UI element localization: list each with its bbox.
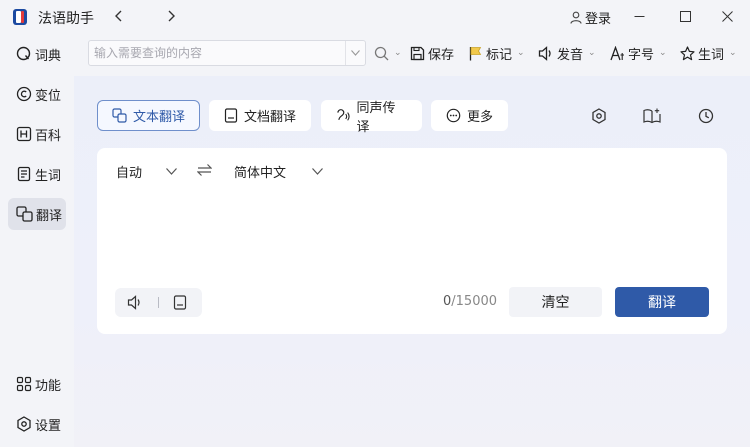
flag-icon [469, 46, 482, 60]
user-icon [570, 11, 582, 24]
save-button[interactable]: 保存 [410, 42, 454, 64]
chevron-down-icon [312, 168, 323, 175]
gear-icon [592, 108, 606, 124]
swap-languages-button[interactable] [196, 164, 213, 180]
sidebar-item-vocabulary[interactable]: 生词 [8, 158, 66, 190]
book-add-icon [643, 108, 661, 124]
sidebar-item-dictionary[interactable]: 词典 [8, 38, 66, 70]
speaker-icon [538, 45, 551, 61]
font-size-icon [610, 45, 624, 60]
chevron-down-icon: ⌄ [729, 48, 737, 58]
tab-label: 文本翻译 [133, 110, 186, 125]
text-translate-icon [112, 108, 127, 123]
translate-page: 文本翻译 文档翻译 同声传译 更多 自动 简体中文 0/15000 清空 翻译 [74, 76, 750, 447]
tab-more[interactable]: 更多 [431, 100, 508, 131]
search-history-dropdown[interactable] [345, 41, 365, 65]
login-label: 登录 [585, 12, 612, 27]
minimize-icon [634, 15, 644, 17]
tab-document-translate[interactable]: 文档翻译 [209, 100, 311, 131]
maximize-button[interactable] [670, 4, 700, 28]
login-button[interactable]: 登录 [570, 8, 611, 27]
settings-hex-button[interactable] [589, 106, 609, 126]
target-language-value: 简体中文 [234, 166, 287, 181]
app-title: 法语助手 [38, 11, 94, 27]
forward-arrow-icon[interactable] [162, 6, 180, 26]
sidebar-item-translate[interactable]: 翻译 [8, 198, 66, 230]
sidebar-item-label: 功能 [35, 378, 62, 394]
tab-simultaneous-interpret[interactable]: 同声传译 [321, 100, 422, 135]
add-to-notebook-button[interactable] [642, 106, 662, 126]
vocabulary-label: 生词 [698, 47, 725, 63]
chevron-down-icon: ⌄ [588, 48, 596, 58]
character-count-limit: /15000 [451, 294, 498, 309]
sidebar-item-conjugation[interactable]: 变位 [8, 78, 66, 110]
vocabulary-button[interactable]: 生词 ⌄ [680, 42, 737, 64]
maximize-icon [679, 10, 691, 22]
search-input[interactable] [89, 41, 345, 65]
close-button[interactable] [712, 4, 742, 28]
copyright-icon [16, 86, 32, 102]
save-icon[interactable] [173, 295, 187, 310]
search-icon [16, 46, 31, 61]
close-icon [721, 10, 733, 22]
app-logo-icon [13, 9, 27, 25]
source-language-value: 自动 [116, 166, 143, 181]
sidebar-item-encyclopedia[interactable]: 百科 [8, 118, 66, 150]
sidebar-item-label: 变位 [35, 88, 62, 104]
chevron-down-icon: ⌄ [517, 48, 525, 58]
sidebar: 词典 变位 百科 生词 翻译 功能 设置 [0, 34, 74, 447]
tab-label: 更多 [467, 110, 494, 125]
clear-button[interactable]: 清空 [509, 287, 602, 317]
sidebar-item-functions[interactable]: 功能 [8, 368, 66, 400]
pronunciation-label: 发音 [557, 47, 584, 63]
search-button[interactable]: ⌄ [374, 42, 402, 64]
notes-icon [17, 166, 31, 182]
translate-panel: 自动 简体中文 0/15000 清空 翻译 [97, 148, 727, 334]
sidebar-item-settings[interactable]: 设置 [8, 408, 66, 440]
sidebar-item-label: 词典 [35, 48, 62, 64]
speaker-icon[interactable] [127, 295, 143, 310]
tab-text-translate[interactable]: 文本翻译 [97, 100, 200, 131]
sidebar-item-label: 设置 [35, 418, 62, 434]
save-icon [410, 46, 425, 60]
minimize-button[interactable] [624, 4, 654, 28]
pronunciation-button[interactable]: 发音 ⌄ [538, 42, 596, 64]
divider [158, 297, 159, 308]
chevron-down-icon [351, 50, 360, 56]
interpret-icon [337, 109, 350, 121]
more-icon [446, 108, 461, 123]
document-icon [224, 108, 238, 123]
translate-button[interactable]: 翻译 [615, 287, 709, 317]
target-language-select[interactable]: 简体中文 [234, 162, 323, 181]
sidebar-item-label: 翻译 [36, 208, 63, 224]
input-tools [115, 288, 202, 317]
tab-label: 文档翻译 [244, 110, 297, 125]
chevron-down-icon [166, 168, 177, 175]
swap-icon [196, 164, 213, 176]
gear-icon [17, 416, 31, 432]
history-button[interactable] [696, 106, 716, 126]
tab-label: 同声传译 [356, 100, 396, 135]
source-text-input[interactable] [113, 192, 711, 276]
sidebar-item-label: 百科 [35, 128, 62, 144]
clock-icon [698, 108, 714, 124]
encyclopedia-icon [16, 126, 32, 142]
translate-icon [16, 206, 33, 222]
font-size-label: 字号 [628, 47, 655, 63]
star-icon [680, 45, 695, 60]
search-icon [374, 46, 389, 60]
source-language-select[interactable]: 自动 [116, 162, 177, 181]
mark-button[interactable]: 标记 ⌄ [468, 42, 525, 64]
mark-label: 标记 [486, 47, 513, 63]
title-bar: 法语助手 登录 [0, 0, 750, 34]
font-size-button[interactable]: 字号 ⌄ [610, 42, 667, 64]
chevron-down-icon: ⌄ [659, 48, 667, 58]
sidebar-item-label: 生词 [35, 168, 62, 184]
save-label: 保存 [428, 47, 455, 63]
chevron-down-icon: ⌄ [394, 48, 402, 58]
back-arrow-icon[interactable] [110, 6, 128, 26]
character-count: 0/15000 [443, 294, 497, 309]
grid-icon [16, 376, 32, 392]
search-box [88, 40, 366, 66]
